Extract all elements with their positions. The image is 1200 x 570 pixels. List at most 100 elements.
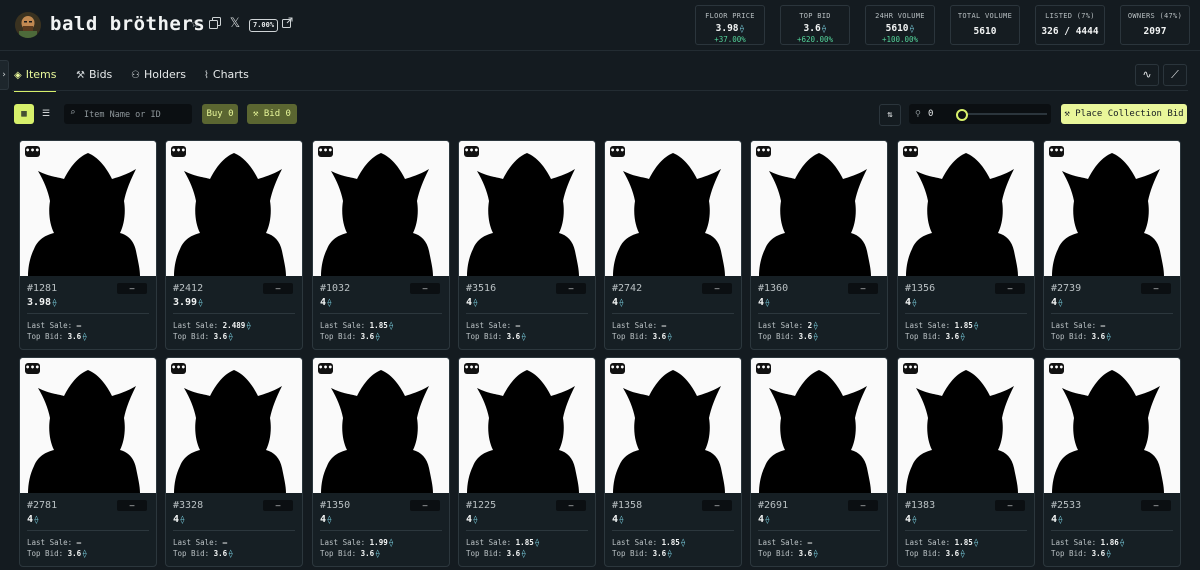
item-image[interactable] bbox=[20, 141, 156, 276]
item-menu-icon[interactable]: ••• bbox=[25, 363, 40, 374]
item-card[interactable]: ••• #2739–4⟠ Last Sale: – Top Bid: 3.6⟠ bbox=[1043, 140, 1181, 350]
item-image[interactable] bbox=[898, 358, 1034, 493]
copy-icon[interactable] bbox=[208, 17, 222, 31]
star-icon[interactable]: ☆ bbox=[188, 17, 202, 31]
item-buy-button[interactable]: – bbox=[117, 500, 147, 511]
item-buy-button[interactable]: – bbox=[117, 283, 147, 294]
item-card[interactable]: ••• #1356–4⟠ Last Sale: 1.85⟠ Top Bid: 3.6⟠ bbox=[897, 140, 1035, 350]
bid-button[interactable]: ⚒ Bid 0 bbox=[247, 104, 297, 124]
item-menu-icon[interactable]: ••• bbox=[464, 363, 479, 374]
item-image[interactable] bbox=[1044, 141, 1180, 276]
sidebar-toggle-chevron-icon[interactable]: › bbox=[0, 60, 9, 90]
last-sale-value: 2 bbox=[807, 321, 813, 330]
item-card[interactable]: ••• #2742–4⟠ Last Sale: – Top Bid: 3.6⟠ bbox=[604, 140, 742, 350]
item-menu-icon[interactable]: ••• bbox=[171, 146, 186, 157]
last-sale-label: Last Sale: bbox=[466, 538, 512, 547]
stat-owners-47: OWNERS (47%) 2097 bbox=[1120, 5, 1190, 45]
item-card[interactable]: ••• #1281–3.98⟠ Last Sale: – Top Bid: 3.6⟠ bbox=[19, 140, 157, 350]
item-menu-icon[interactable]: ••• bbox=[171, 363, 186, 374]
item-card[interactable]: ••• #2533–4⟠ Last Sale: 1.86⟠ Top Bid: 3.6⟠ bbox=[1043, 357, 1181, 567]
item-card[interactable]: ••• #1358–4⟠ Last Sale: 1.85⟠ Top Bid: 3.6⟠ bbox=[604, 357, 742, 567]
tab-charts[interactable]: ⌇ Charts bbox=[204, 60, 249, 90]
item-buy-button[interactable]: – bbox=[410, 283, 440, 294]
item-buy-button[interactable]: – bbox=[995, 500, 1025, 511]
item-buy-button[interactable]: – bbox=[263, 500, 293, 511]
item-buy-button[interactable]: – bbox=[1141, 500, 1171, 511]
item-image[interactable] bbox=[20, 358, 156, 493]
tab-holders[interactable]: ⚇ Holders bbox=[131, 60, 186, 90]
item-card[interactable]: ••• #1383–4⟠ Last Sale: 1.85⟠ Top Bid: 3.6⟠ bbox=[897, 357, 1035, 567]
sweep-slider[interactable]: ⚲ 0 bbox=[909, 104, 1051, 124]
item-image[interactable] bbox=[166, 358, 302, 493]
item-buy-button[interactable]: – bbox=[995, 283, 1025, 294]
item-card[interactable]: ••• #2781–4⟠ Last Sale: – Top Bid: 3.6⟠ bbox=[19, 357, 157, 567]
card-divider bbox=[1051, 530, 1173, 531]
item-menu-icon[interactable]: ••• bbox=[1049, 363, 1064, 374]
item-card[interactable]: ••• #1225–4⟠ Last Sale: 1.85⟠ Top Bid: 3.6⟠ bbox=[458, 357, 596, 567]
item-buy-button[interactable]: – bbox=[263, 283, 293, 294]
tab-items[interactable]: ◈ Items bbox=[14, 60, 57, 92]
item-price: 4⟠ bbox=[905, 514, 917, 525]
list-view-icon[interactable]: ☰ bbox=[36, 104, 56, 124]
item-card[interactable]: ••• #3328–4⟠ Last Sale: – Top Bid: 3.6⟠ bbox=[165, 357, 303, 567]
item-price-value: 4 bbox=[173, 514, 180, 525]
item-menu-icon[interactable]: ••• bbox=[318, 146, 333, 157]
currency-icon: ⟠ bbox=[228, 549, 234, 558]
item-id: #2739 bbox=[1051, 283, 1082, 294]
item-image[interactable] bbox=[1044, 358, 1180, 493]
item-menu-icon[interactable]: ••• bbox=[318, 363, 333, 374]
activity-icon[interactable]: ∿ bbox=[1135, 64, 1159, 86]
item-image[interactable] bbox=[605, 141, 741, 276]
item-menu-icon[interactable]: ••• bbox=[25, 146, 40, 157]
item-menu-icon[interactable]: ••• bbox=[756, 363, 771, 374]
item-last-sale: Last Sale: 1.85⟠ bbox=[905, 321, 979, 330]
item-image[interactable] bbox=[459, 358, 595, 493]
item-buy-button[interactable]: – bbox=[556, 283, 586, 294]
item-buy-button[interactable]: – bbox=[702, 283, 732, 294]
grid-view-icon[interactable]: ▦ bbox=[14, 104, 34, 124]
x-logo-icon[interactable]: 𝕏 bbox=[228, 17, 242, 31]
item-silhouette-image bbox=[1044, 358, 1180, 493]
tab-bids[interactable]: ⚒ Bids bbox=[76, 60, 112, 90]
item-silhouette-image bbox=[898, 141, 1034, 276]
item-image[interactable] bbox=[898, 141, 1034, 276]
item-menu-icon[interactable]: ••• bbox=[464, 146, 479, 157]
item-image[interactable] bbox=[751, 358, 887, 493]
item-buy-button[interactable]: – bbox=[848, 500, 878, 511]
item-card[interactable]: ••• #2691–4⟠ Last Sale: – Top Bid: 3.6⟠ bbox=[750, 357, 888, 567]
item-buy-button[interactable]: – bbox=[702, 500, 732, 511]
item-image[interactable] bbox=[605, 358, 741, 493]
item-image[interactable] bbox=[751, 141, 887, 276]
place-collection-bid-button[interactable]: ⚒ Place Collection Bid bbox=[1061, 104, 1187, 124]
line-chart-icon[interactable]: ⟋ bbox=[1163, 64, 1187, 86]
item-price: 3.99⟠ bbox=[173, 297, 203, 308]
item-buy-button[interactable]: – bbox=[410, 500, 440, 511]
item-buy-button[interactable]: – bbox=[848, 283, 878, 294]
item-card[interactable]: ••• #2412–3.99⟠ Last Sale: 2.489⟠ Top Bid: … bbox=[165, 140, 303, 350]
currency-icon: ⟠ bbox=[1058, 298, 1063, 307]
slider-track[interactable] bbox=[963, 113, 1047, 115]
item-menu-icon[interactable]: ••• bbox=[1049, 146, 1064, 157]
slider-handle[interactable] bbox=[956, 109, 968, 121]
item-image[interactable] bbox=[313, 358, 449, 493]
item-card[interactable]: ••• #1350–4⟠ Last Sale: 1.99⟠ Top Bid: 3.6⟠ bbox=[312, 357, 450, 567]
buy-button[interactable]: Buy 0 bbox=[202, 104, 238, 124]
item-card[interactable]: ••• #1360–4⟠ Last Sale: 2⟠ Top Bid: 3.6⟠ bbox=[750, 140, 888, 350]
item-image[interactable] bbox=[459, 141, 595, 276]
item-price: 4⟠ bbox=[27, 514, 39, 525]
top-bid-value: 3.6 bbox=[798, 332, 813, 341]
item-menu-icon[interactable]: ••• bbox=[610, 363, 625, 374]
item-menu-icon[interactable]: ••• bbox=[756, 146, 771, 157]
search-input[interactable] bbox=[82, 104, 192, 126]
item-buy-button[interactable]: – bbox=[556, 500, 586, 511]
item-card[interactable]: ••• #3516–4⟠ Last Sale: – Top Bid: 3.6⟠ bbox=[458, 140, 596, 350]
item-menu-icon[interactable]: ••• bbox=[903, 146, 918, 157]
item-image[interactable] bbox=[166, 141, 302, 276]
item-menu-icon[interactable]: ••• bbox=[610, 146, 625, 157]
sort-icon[interactable]: ⇅ bbox=[879, 104, 901, 126]
item-buy-button[interactable]: – bbox=[1141, 283, 1171, 294]
item-card[interactable]: ••• #1032–4⟠ Last Sale: 1.85⟠ Top Bid: 3.6⟠ bbox=[312, 140, 450, 350]
item-image[interactable] bbox=[313, 141, 449, 276]
item-menu-icon[interactable]: ••• bbox=[903, 363, 918, 374]
external-link-icon[interactable] bbox=[280, 17, 294, 31]
